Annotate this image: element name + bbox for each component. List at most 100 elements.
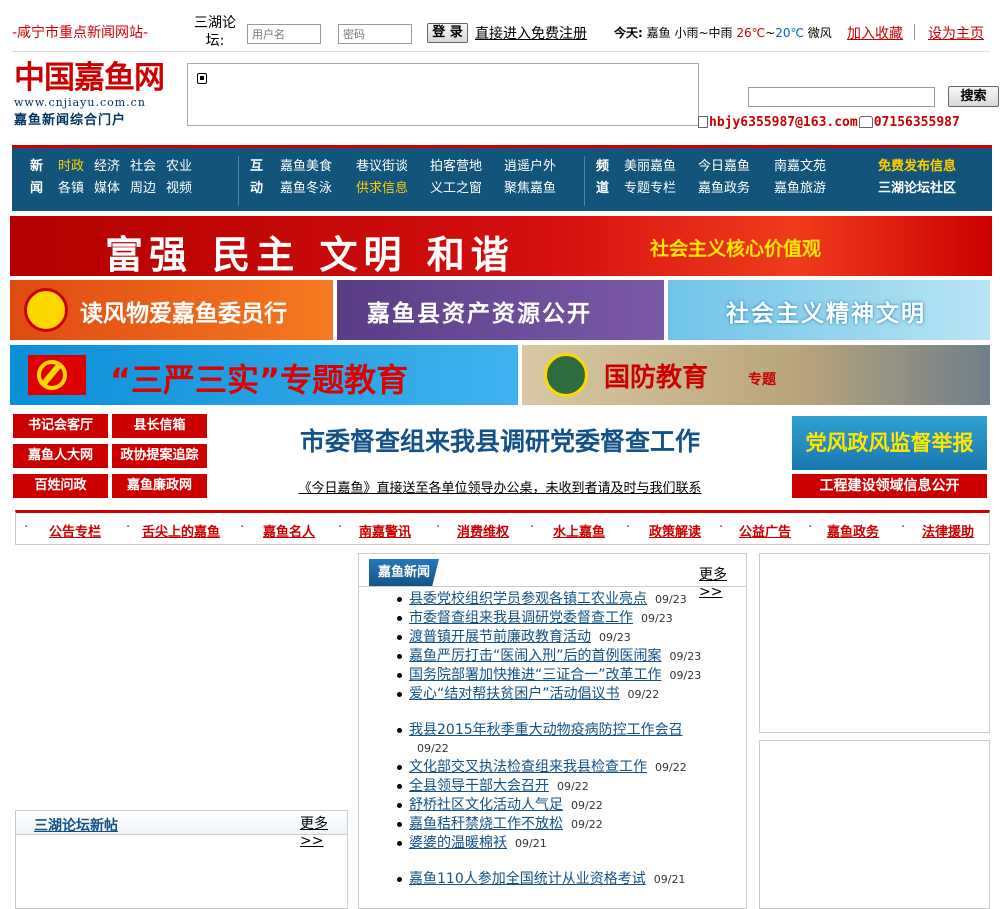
forum-box-title[interactable]: 三湖论坛新帖 — [34, 815, 118, 835]
category-link[interactable]: 公告专栏 — [49, 521, 101, 540]
news-title[interactable]: 嘉鱼110人参加全国统计从业资格考试 — [409, 871, 646, 887]
banner-text: 国防教育 — [604, 363, 709, 393]
register-link[interactable]: 直接进入免费注册 — [475, 23, 587, 43]
nav-item[interactable]: 美丽嘉鱼 — [624, 156, 688, 178]
civilization-banner[interactable]: 社会主义精神文明 — [668, 280, 990, 340]
nav-group-news-head: 新闻 — [30, 159, 44, 196]
bullet-icon: · — [240, 520, 245, 535]
news-title[interactable]: 全县领导干部大会召开 — [409, 778, 549, 794]
forum-zone-link[interactable]: 三湖论坛社区 — [878, 178, 956, 200]
quick-link[interactable]: 嘉鱼廉政网 — [112, 474, 207, 498]
forum-more-link[interactable]: 更多>> — [300, 813, 347, 849]
news-title[interactable]: 渡普镇开展节前廉政教育活动 — [409, 629, 591, 645]
news-title[interactable]: 文化部交叉执法检查组来我县检查工作 — [409, 759, 647, 775]
category-link[interactable]: 水上嘉鱼 — [553, 521, 605, 540]
nav-item[interactable]: 今日嘉鱼 — [698, 156, 764, 178]
list-item[interactable]: 嘉鱼严厉打击“医闹入刑”后的首例医闹案 09/23 — [397, 647, 709, 666]
quick-link[interactable]: 嘉鱼人大网 — [13, 444, 108, 468]
category-link[interactable]: 公益广告 — [739, 521, 791, 540]
nav-item[interactable]: 嘉鱼冬泳 — [280, 178, 346, 200]
divider — [914, 24, 915, 40]
cppcc-banner[interactable]: 读风物爱嘉鱼委员行 — [10, 280, 333, 340]
engineering-info-banner[interactable]: 工程建设领域信息公开 — [792, 474, 987, 498]
quick-link[interactable]: 政协提案追踪 — [112, 444, 207, 468]
news-title[interactable]: 婆婆的温暖棉袄 — [409, 835, 507, 851]
report-banner[interactable]: 党风政风监督举报 — [792, 416, 987, 470]
nav-item[interactable]: 媒体 — [94, 178, 120, 200]
news-title[interactable]: 市委督查组来我县调研党委督查工作 — [409, 610, 633, 626]
news-box-title[interactable]: 嘉鱼新闻 — [369, 559, 439, 587]
list-item[interactable]: 市委督查组来我县调研党委督查工作 09/23 — [397, 609, 709, 628]
category-link[interactable]: 消费维权 — [457, 521, 509, 540]
three-stricts-banner[interactable]: “三严三实”专题教育 — [10, 345, 518, 405]
list-item[interactable]: 爱心“结对帮扶贫困户”活动倡议书 09/22 — [397, 685, 709, 704]
list-item[interactable]: 嘉鱼秸秆禁烧工作不放松 09/22 — [397, 815, 709, 834]
category-link[interactable]: 嘉鱼名人 — [263, 521, 315, 540]
category-link[interactable]: 嘉鱼政务 — [827, 521, 879, 540]
nav-item[interactable]: 各镇 — [58, 178, 84, 200]
list-item[interactable]: 婆婆的温暖棉袄 09/21 — [397, 834, 709, 853]
username-input[interactable] — [247, 24, 321, 44]
password-input[interactable] — [338, 24, 412, 44]
list-item[interactable]: 国务院部署加快推进“三证合一”改革工作 09/23 — [397, 666, 709, 685]
weather-low: 20℃ — [775, 26, 804, 40]
asset-disclosure-banner[interactable]: 嘉鱼县资产资源公开 — [337, 280, 664, 340]
list-item[interactable]: 县委党校组织学员参观各镇工农业亮点 09/23 — [397, 590, 709, 609]
category-link[interactable]: 南嘉警讯 — [359, 521, 411, 540]
category-link[interactable]: 政策解读 — [649, 521, 701, 540]
search-input[interactable] — [748, 87, 935, 107]
search-button[interactable]: 搜索 — [948, 86, 999, 107]
right-panel-bottom — [759, 740, 990, 909]
quick-link[interactable]: 百姓问政 — [13, 474, 108, 498]
nav-item[interactable]: 农业 — [166, 156, 192, 178]
quick-link[interactable]: 县长信箱 — [112, 414, 207, 438]
news-title[interactable]: 爱心“结对帮扶贫困户”活动倡议书 — [409, 686, 620, 702]
list-item[interactable]: 渡普镇开展节前廉政教育活动 09/23 — [397, 628, 709, 647]
login-button[interactable]: 登 录 — [427, 23, 468, 43]
nav-item[interactable]: 供求信息 — [356, 178, 420, 200]
news-date: 09/23 — [641, 612, 673, 625]
nav-item[interactable]: 嘉鱼美食 — [280, 156, 346, 178]
list-item[interactable]: 嘉鱼110人参加全国统计从业资格考试 09/21 — [397, 870, 709, 889]
set-homepage-link[interactable]: 设为主页 — [928, 23, 984, 43]
add-favorite-link[interactable]: 加入收藏 — [847, 23, 903, 43]
news-title[interactable]: 舒桥社区文化活动人气足 — [409, 797, 563, 813]
category-link[interactable]: 舌尖上的嘉鱼 — [142, 521, 220, 540]
nav-item[interactable]: 嘉鱼政务 — [698, 178, 764, 200]
nav-item[interactable]: 拍客营地 — [430, 156, 494, 178]
nav-item[interactable]: 逍遥户外 — [504, 156, 556, 178]
nav-item[interactable]: 周边 — [130, 178, 156, 200]
nav-item[interactable]: 巷议街谈 — [356, 156, 420, 178]
list-item[interactable]: 全县领导干部大会召开 09/22 — [397, 777, 709, 796]
list-item[interactable]: 文化部交叉执法检查组来我县检查工作 09/22 — [397, 758, 709, 777]
news-title[interactable]: 国务院部署加快推进“三证合一”改革工作 — [409, 667, 662, 683]
news-title[interactable]: 嘉鱼严厉打击“医闹入刑”后的首例医闹案 — [409, 648, 662, 664]
nav-item[interactable]: 南嘉文苑 — [774, 156, 826, 178]
nav-item[interactable]: 义工之窗 — [430, 178, 494, 200]
free-post-link[interactable]: 免费发布信息 — [878, 156, 956, 178]
nav-item[interactable]: 聚焦嘉鱼 — [504, 178, 556, 200]
site-logo[interactable]: 中国嘉鱼网 www.cnjiayu.com.cn 嘉鱼新闻综合门户 — [14, 60, 184, 134]
bullet-icon: · — [719, 520, 724, 535]
list-item[interactable]: 舒桥社区文化活动人气足 09/22 — [397, 796, 709, 815]
nav-item[interactable]: 经济 — [94, 156, 120, 178]
logo-name: 中国嘉鱼网 — [14, 60, 165, 96]
divider — [359, 586, 746, 587]
news-title[interactable]: 嘉鱼秸秆禁烧工作不放松 — [409, 816, 563, 832]
national-defense-banner[interactable]: 国防教育 专题 — [522, 345, 990, 405]
list-item[interactable]: 我县2015年秋季重大动物疫病防控工作会召 09/22 — [397, 721, 709, 758]
contact-email: hbjy6355987@163.com — [709, 115, 858, 130]
army-emblem-icon — [544, 353, 588, 397]
nav-item[interactable]: 嘉鱼旅游 — [774, 178, 826, 200]
nav-item[interactable]: 视频 — [166, 178, 192, 200]
nav-item[interactable]: 时政 — [58, 156, 84, 178]
quick-link[interactable]: 书记会客厅 — [13, 414, 108, 438]
news-title[interactable]: 县委党校组织学员参观各镇工农业亮点 — [409, 591, 647, 607]
headline-title[interactable]: 市委督查组来我县调研党委督查工作 — [230, 422, 770, 458]
nav-item[interactable]: 专题专栏 — [624, 178, 688, 200]
headline-subline[interactable]: 《今日嘉鱼》直接送至各单位领导办公桌，未收到者请及时与我们联系 — [255, 477, 745, 496]
category-link[interactable]: 法律援助 — [922, 521, 974, 540]
news-title[interactable]: 我县2015年秋季重大动物疫病防控工作会召 — [409, 722, 683, 738]
core-values-banner[interactable]: 富强 民主 文明 和谐 社会主义核心价值观 — [10, 216, 992, 276]
nav-item[interactable]: 社会 — [130, 156, 156, 178]
